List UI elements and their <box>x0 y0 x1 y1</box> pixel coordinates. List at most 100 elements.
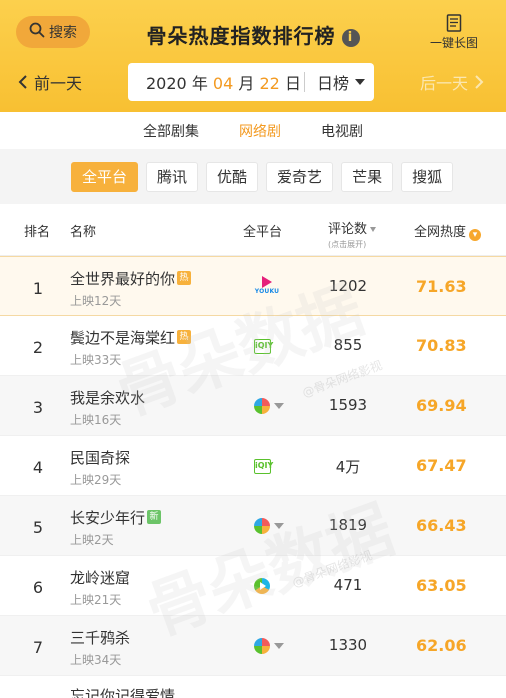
date-year: 2020 <box>146 74 187 93</box>
row-comments: 855 <box>333 336 363 354</box>
column-heat[interactable]: 全网热度 ▾ <box>414 221 482 241</box>
row-title-text: 全世界最好的你 <box>70 270 176 288</box>
table-row[interactable]: 4 民国奇探 上映29天 iQIY 4万 67.47 <box>0 436 506 496</box>
youku-text: YOUKU <box>254 288 280 295</box>
date-day: 22 <box>259 74 280 93</box>
date-day-unit: 日 <box>284 74 301 93</box>
row-platform[interactable] <box>254 396 284 416</box>
caret-down-icon <box>355 79 366 85</box>
date-picker[interactable]: 2020 年 04 月 22 日 <box>128 70 304 94</box>
info-icon[interactable]: i <box>341 29 360 47</box>
row-rank: 1 <box>32 279 44 298</box>
row-comments: 4万 <box>335 458 361 476</box>
platform-chip-mango[interactable]: 芒果 <box>341 161 394 192</box>
row-title-text: 长安少年行 <box>70 509 146 527</box>
table-row[interactable]: 6 龙岭迷窟 上映21天 471 63.05 <box>0 556 506 616</box>
row-title[interactable]: 全世界最好的你热 <box>70 268 192 289</box>
row-title-text: 鬓边不是海棠红 <box>70 329 176 347</box>
column-comments[interactable]: 评论数 (点击展开) <box>328 218 377 250</box>
prev-day-button[interactable]: 前一天 <box>18 70 82 94</box>
column-name: 名称 <box>70 225 97 240</box>
expand-caret-icon[interactable] <box>274 643 284 649</box>
row-rank: 3 <box>32 398 44 417</box>
row-title[interactable]: 龙岭迷窟 <box>70 567 130 588</box>
row-heat: 67.47 <box>416 456 467 475</box>
table-header: 排名 名称 全平台 评论数 (点击展开) 全网热度 ▾ <box>0 204 506 256</box>
expand-caret-icon[interactable] <box>274 403 284 409</box>
platform-chip-tencent[interactable]: 腾讯 <box>146 161 199 192</box>
tab-tv-series[interactable]: 电视剧 <box>321 121 363 141</box>
chevron-left-icon <box>18 75 27 89</box>
column-rank: 排名 <box>24 225 51 240</box>
row-title[interactable]: 三千鸦杀 <box>70 627 130 648</box>
table-row-partial[interactable]: 忘记你记得爱情 <box>0 681 506 698</box>
date-selector[interactable]: 2020 年 04 月 22 日 日榜 <box>128 63 374 101</box>
column-heat-label: 全网热度 <box>414 225 467 240</box>
row-title[interactable]: 鬓边不是海棠红热 <box>70 327 192 348</box>
table-row[interactable]: 5 长安少年行新 上映2天 1819 66.43 <box>0 496 506 556</box>
long-image-label: 一键长图 <box>429 36 478 50</box>
row-days: 上映29天 <box>70 473 122 487</box>
tab-all-series[interactable]: 全部剧集 <box>143 121 199 141</box>
ranking-mode-dropdown[interactable]: 日榜 <box>305 70 366 94</box>
row-rank: 2 <box>32 338 44 357</box>
row-days: 上映33天 <box>70 353 122 367</box>
sort-down-icon: ▾ <box>469 229 482 241</box>
tab-web-series[interactable]: 网络剧 <box>239 121 281 141</box>
column-platform[interactable]: 全平台 <box>243 221 282 240</box>
iqiyi-icon: iQIY <box>254 458 273 474</box>
row-comments: 1330 <box>328 636 368 654</box>
multi-platform-icon <box>254 398 270 414</box>
next-day-button[interactable]: 后一天 <box>420 70 484 94</box>
sort-icon <box>370 227 377 232</box>
table-row[interactable]: 7 三千鸦杀 上映34天 1330 62.06 <box>0 616 506 676</box>
row-days: 上映2天 <box>70 533 114 547</box>
row-title[interactable]: 我是余欢水 <box>70 387 145 408</box>
row-platform[interactable] <box>254 636 284 656</box>
column-comments-hint: (点击展开) <box>328 240 367 249</box>
table-row[interactable]: 1 全世界最好的你热 上映12天 YOUKU 1202 71.63 <box>0 256 506 316</box>
platform-chip-youku[interactable]: 优酷 <box>206 161 259 192</box>
row-platform <box>254 576 270 596</box>
row-heat: 69.94 <box>416 396 467 415</box>
row-platform[interactable] <box>254 516 284 536</box>
platform-chip-sohu[interactable]: 搜狐 <box>401 161 454 192</box>
chevron-right-icon <box>475 75 484 89</box>
prev-day-label: 前一天 <box>34 74 83 93</box>
multi-platform-icon <box>254 638 270 654</box>
row-heat: 63.05 <box>416 576 467 595</box>
row-days: 上映21天 <box>70 593 122 607</box>
expand-caret-icon[interactable] <box>274 523 284 529</box>
category-tabs: 全部剧集 网络剧 电视剧 <box>0 112 506 149</box>
table-row[interactable]: 2 鬓边不是海棠红热 上映33天 iQIY 855 70.83 <box>0 316 506 376</box>
row-rank: 6 <box>32 578 44 597</box>
row-platform: iQIY <box>254 456 273 476</box>
tencent-video-icon <box>254 578 270 594</box>
next-day-label: 后一天 <box>419 74 468 93</box>
page-title: 骨朵热度指数排行榜 <box>146 24 336 48</box>
row-title[interactable]: 民国奇探 <box>70 447 130 468</box>
row-title[interactable]: 忘记你记得爱情 <box>70 685 175 698</box>
row-rank: 5 <box>32 518 44 537</box>
ranking-page: 搜索 骨朵热度指数排行榜 i 一键长图 前一天 2020 年 04 月 22 日… <box>0 0 506 698</box>
row-title[interactable]: 长安少年行新 <box>70 507 162 528</box>
new-badge: 新 <box>147 510 162 524</box>
row-heat: 71.63 <box>416 277 467 296</box>
header: 搜索 骨朵热度指数排行榜 i 一键长图 前一天 2020 年 04 月 22 日… <box>0 0 506 112</box>
platform-chip-iqiyi[interactable]: 爱奇艺 <box>266 161 334 192</box>
date-month: 04 <box>212 74 234 93</box>
row-comments: 471 <box>333 576 363 594</box>
table-row[interactable]: 3 我是余欢水 上映16天 1593 69.94 <box>0 376 506 436</box>
iqiyi-icon: iQIY <box>254 338 273 354</box>
hot-badge: 热 <box>177 271 192 285</box>
date-year-unit: 年 <box>191 74 208 93</box>
platform-chip-all[interactable]: 全平台 <box>71 161 139 192</box>
date-month-unit: 月 <box>238 74 255 93</box>
long-image-button[interactable]: 一键长图 <box>426 14 482 51</box>
row-comments: 1593 <box>328 396 368 414</box>
row-platform: iQIY <box>254 336 273 356</box>
row-heat: 66.43 <box>416 516 467 535</box>
row-heat: 70.83 <box>416 336 467 355</box>
row-comments: 1819 <box>328 516 368 534</box>
column-comments-label: 评论数 <box>328 222 368 237</box>
